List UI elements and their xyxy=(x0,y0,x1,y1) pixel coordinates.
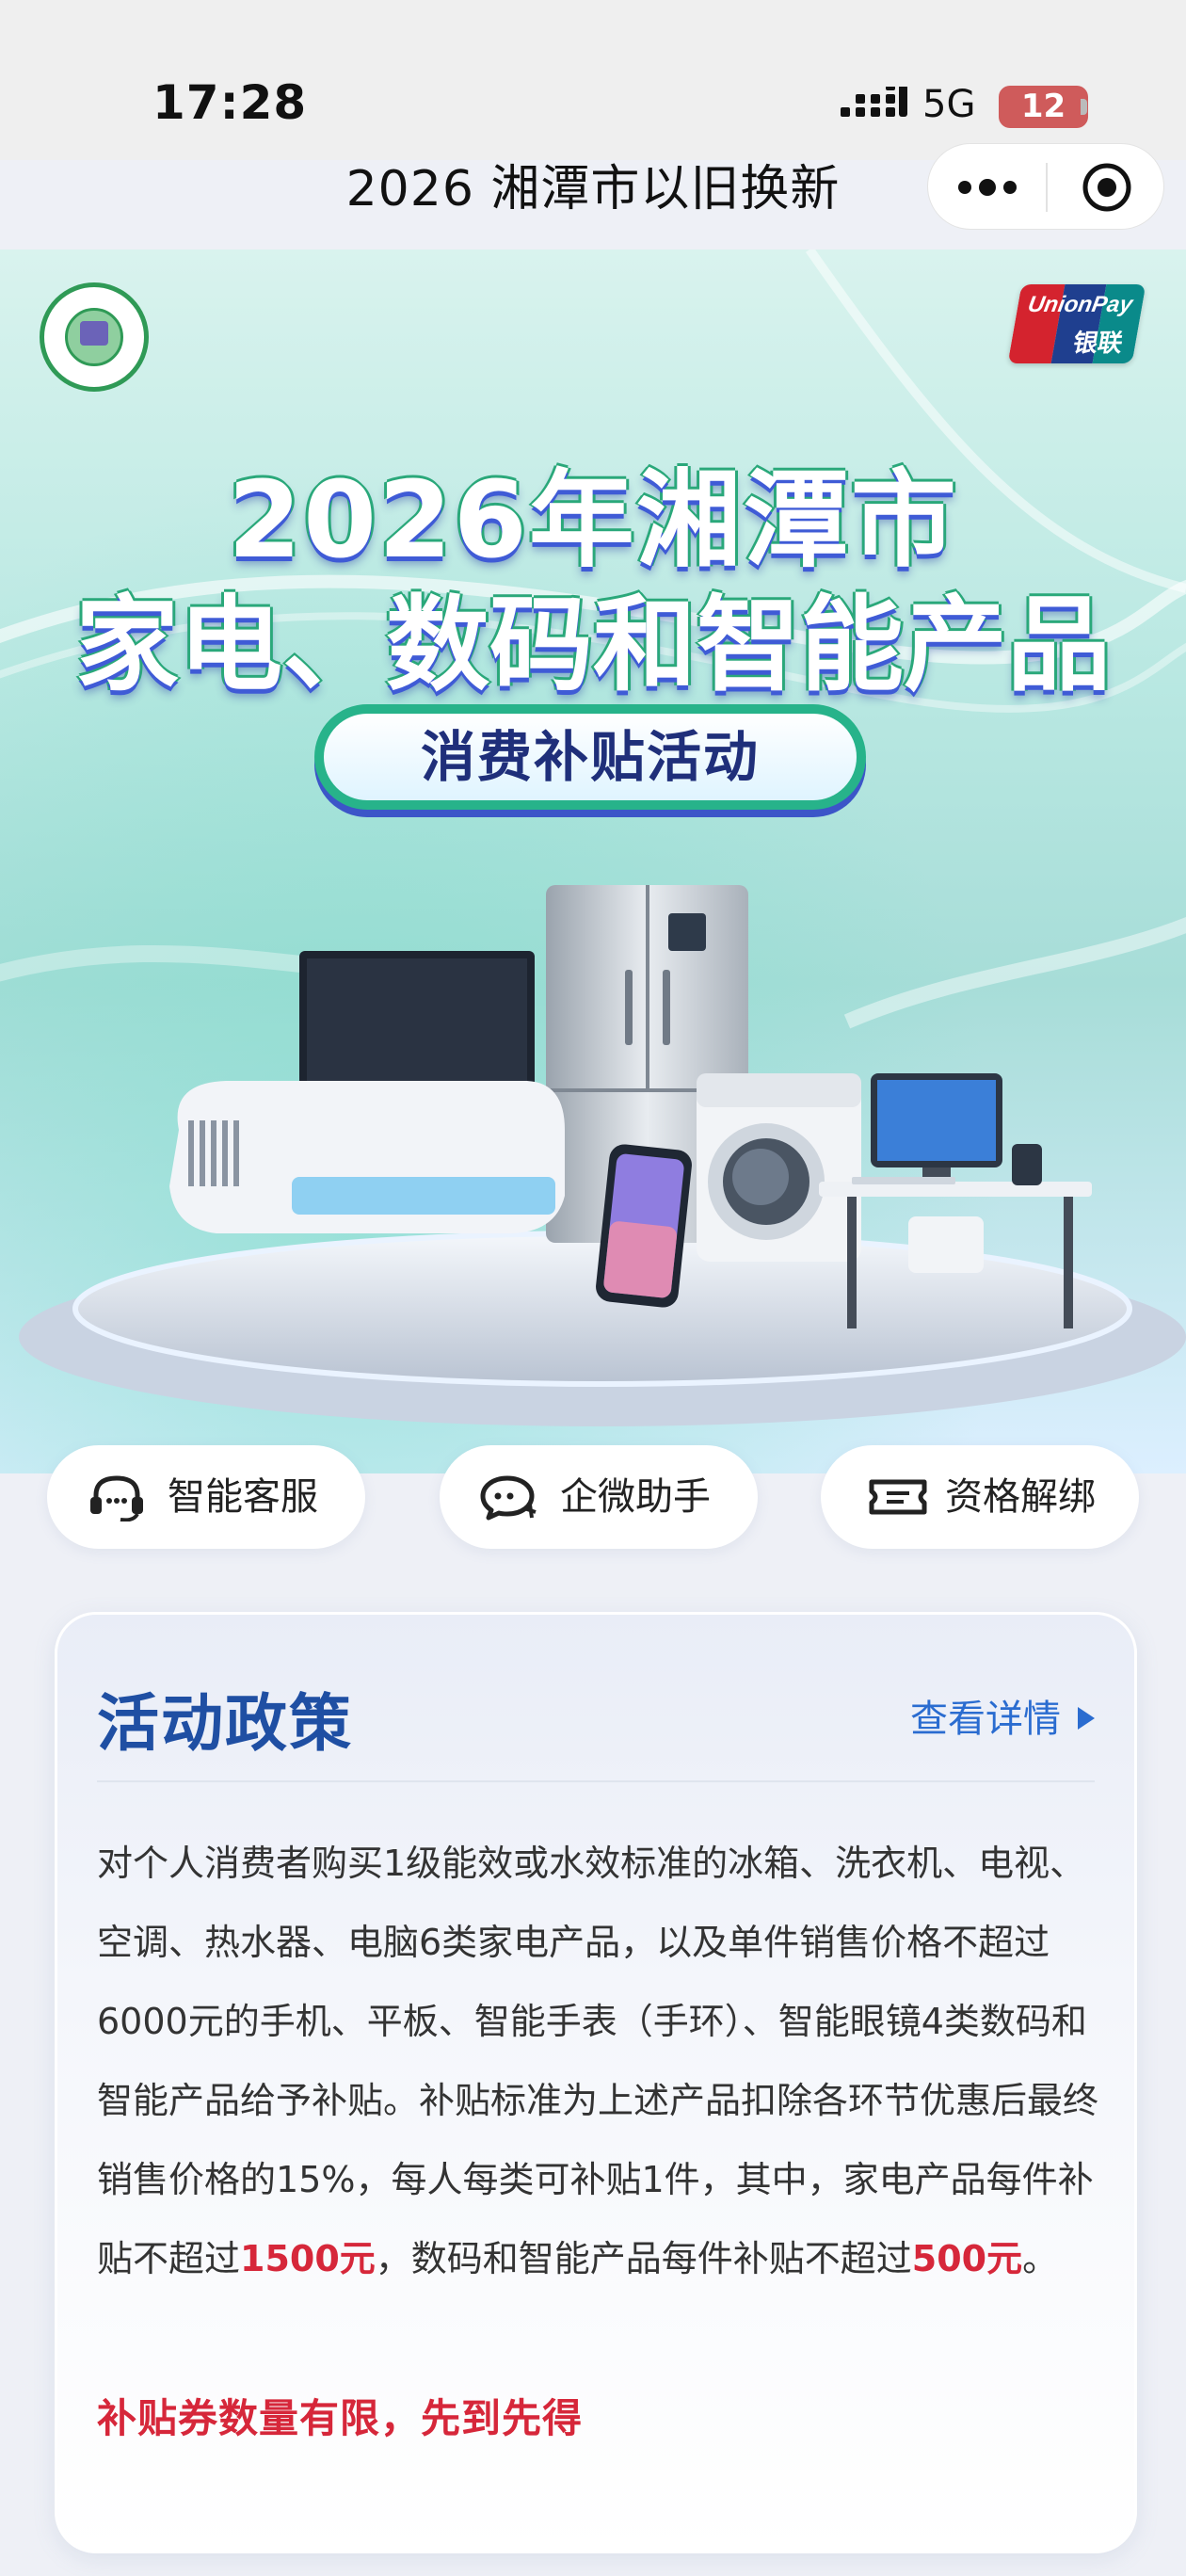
battery-indicator: 12 xyxy=(999,86,1088,128)
capsule-divider xyxy=(1046,163,1048,212)
headset-icon xyxy=(90,1475,143,1521)
battery-nub xyxy=(1081,99,1087,115)
policy-text-part1: 对个人消费者购买1级能效或水效标准的冰箱、洗衣机、电视、空调、热水器、电脑6类家… xyxy=(97,1843,1099,2279)
qualification-unbind-label: 资格解绑 xyxy=(945,1475,1096,1519)
wecom-assistant-label: 企微助手 xyxy=(560,1475,711,1519)
subtitle-pill-text: 消费补贴活动 xyxy=(324,714,857,800)
policy-divider xyxy=(97,1780,1095,1782)
washing-machine xyxy=(697,1073,861,1262)
trade-in-logo xyxy=(40,282,149,392)
appliance-subsidy-amount: 1500元 xyxy=(240,2238,376,2279)
unionpay-text: UnionPay xyxy=(1025,292,1135,317)
smartphone xyxy=(596,1144,692,1308)
subtitle-pill: 消费补贴活动 xyxy=(314,704,866,810)
policy-card: 活动政策 查看详情 对个人消费者购买1级能效或水效标准的冰箱、洗衣机、电视、空调… xyxy=(55,1612,1137,2553)
view-details-label: 查看详情 xyxy=(910,1698,1061,1741)
view-details-link[interactable]: 查看详情 xyxy=(910,1688,1095,1743)
television xyxy=(299,951,535,1092)
policy-body: 对个人消费者购买1级能效或水效标准的冰箱、洗衣机、电视、空调、热水器、电脑6类家… xyxy=(97,1824,1112,2298)
signal-strength-icon xyxy=(841,87,907,117)
product-showcase-illustration xyxy=(19,885,1186,1426)
unionpay-cn-text: 银联 xyxy=(1070,330,1125,358)
smart-service-label: 智能客服 xyxy=(168,1475,318,1519)
status-time: 17:28 xyxy=(152,75,308,130)
chat-bubble-icon xyxy=(480,1475,537,1521)
more-dots-icon[interactable] xyxy=(956,169,1018,206)
qualification-unbind-button[interactable]: 资格解绑 xyxy=(821,1445,1139,1549)
status-bar: 17:28 5G 12 2026 湘潭市以旧换新 xyxy=(0,0,1186,230)
network-type: 5G xyxy=(922,83,976,126)
play-arrow-icon xyxy=(1078,1707,1095,1730)
headline-line2: 家电、数码和智能产品 xyxy=(75,585,1111,705)
air-conditioner xyxy=(169,1081,565,1233)
policy-text-part2: ，数码和智能产品每件补贴不超过 xyxy=(375,2238,912,2279)
policy-title: 活动政策 xyxy=(97,1687,353,1760)
mini-program-capsule xyxy=(927,143,1164,230)
wecom-assistant-button[interactable]: 企微助手 xyxy=(440,1445,758,1549)
policy-text-part3: 。 xyxy=(1022,2238,1059,2279)
digital-subsidy-amount: 500元 xyxy=(911,2238,1023,2279)
unionpay-logo: UnionPay 银联 xyxy=(1007,284,1146,363)
ticket-icon xyxy=(869,1479,927,1515)
limited-quota-note: 补贴券数量有限，先到先得 xyxy=(97,2395,584,2441)
smart-service-button[interactable]: 智能客服 xyxy=(47,1445,365,1549)
logo-house xyxy=(80,321,108,346)
close-circle-icon[interactable] xyxy=(1081,161,1133,214)
